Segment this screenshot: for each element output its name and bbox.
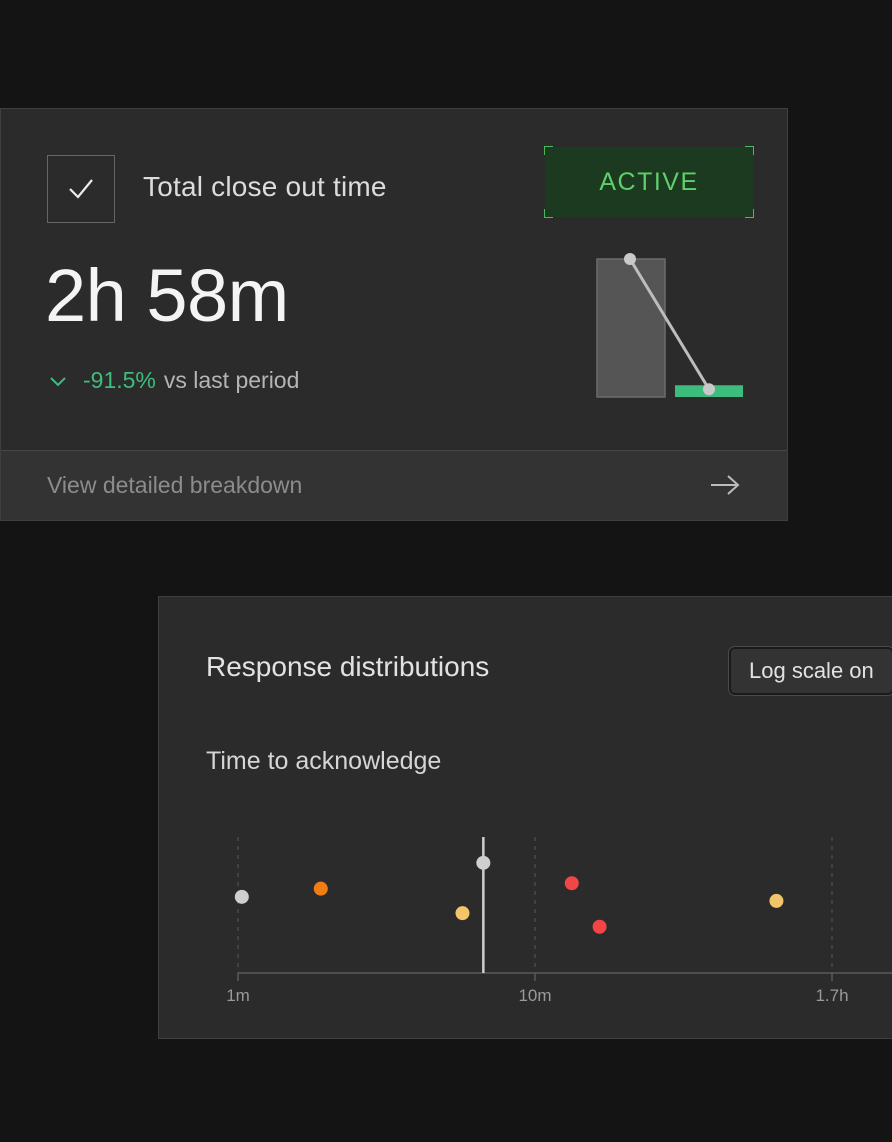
card-body: Total close out time ACTIVE 2h 58m -91.5… <box>1 109 787 451</box>
metric-title: Total close out time <box>143 171 387 202</box>
response-distributions-card: Response distributions Log scale on Time… <box>158 596 892 1039</box>
data-point <box>592 919 607 934</box>
data-point <box>234 889 249 904</box>
chart-subtitle: Time to acknowledge <box>206 747 442 775</box>
current-point <box>703 383 715 396</box>
change-row: -91.5% vs last period <box>49 367 299 394</box>
data-point <box>313 881 328 896</box>
badge-corner <box>544 209 553 218</box>
close-out-time-card: Total close out time ACTIVE 2h 58m -91.5… <box>0 108 788 521</box>
previous-point <box>624 253 636 265</box>
x-tick-label: 1m <box>226 986 250 1005</box>
chevron-down-icon <box>49 371 69 391</box>
metric-value: 2h 58m <box>45 254 289 337</box>
detailed-breakdown-link[interactable]: View detailed breakdown <box>1 450 787 520</box>
section-title: Response distributions <box>206 651 490 682</box>
footer-link-label: View detailed breakdown <box>47 472 303 498</box>
badge-corner <box>745 146 754 155</box>
data-point <box>769 893 784 908</box>
data-point <box>564 876 579 891</box>
checkmark-icon <box>69 179 93 199</box>
change-value: -91.5% <box>83 367 156 393</box>
badge-corner <box>544 146 553 155</box>
status-label: ACTIVE <box>599 167 699 196</box>
metric-checkbox[interactable] <box>47 155 115 223</box>
badge-corner <box>745 209 754 218</box>
x-tick-label: 10m <box>518 986 551 1005</box>
log-scale-toggle[interactable]: Log scale on <box>729 647 892 695</box>
x-tick-label: 1.7h <box>815 986 848 1005</box>
comparison-mini-chart <box>596 253 743 398</box>
data-point <box>455 906 470 921</box>
status-badge: ACTIVE <box>544 146 754 218</box>
previous-period-bar <box>596 258 666 398</box>
distribution-scatter-chart: 1m 10m 1.7h <box>226 837 892 1005</box>
change-label: vs last period <box>163 367 300 393</box>
arrow-right-icon <box>711 475 740 495</box>
data-point <box>476 855 491 870</box>
